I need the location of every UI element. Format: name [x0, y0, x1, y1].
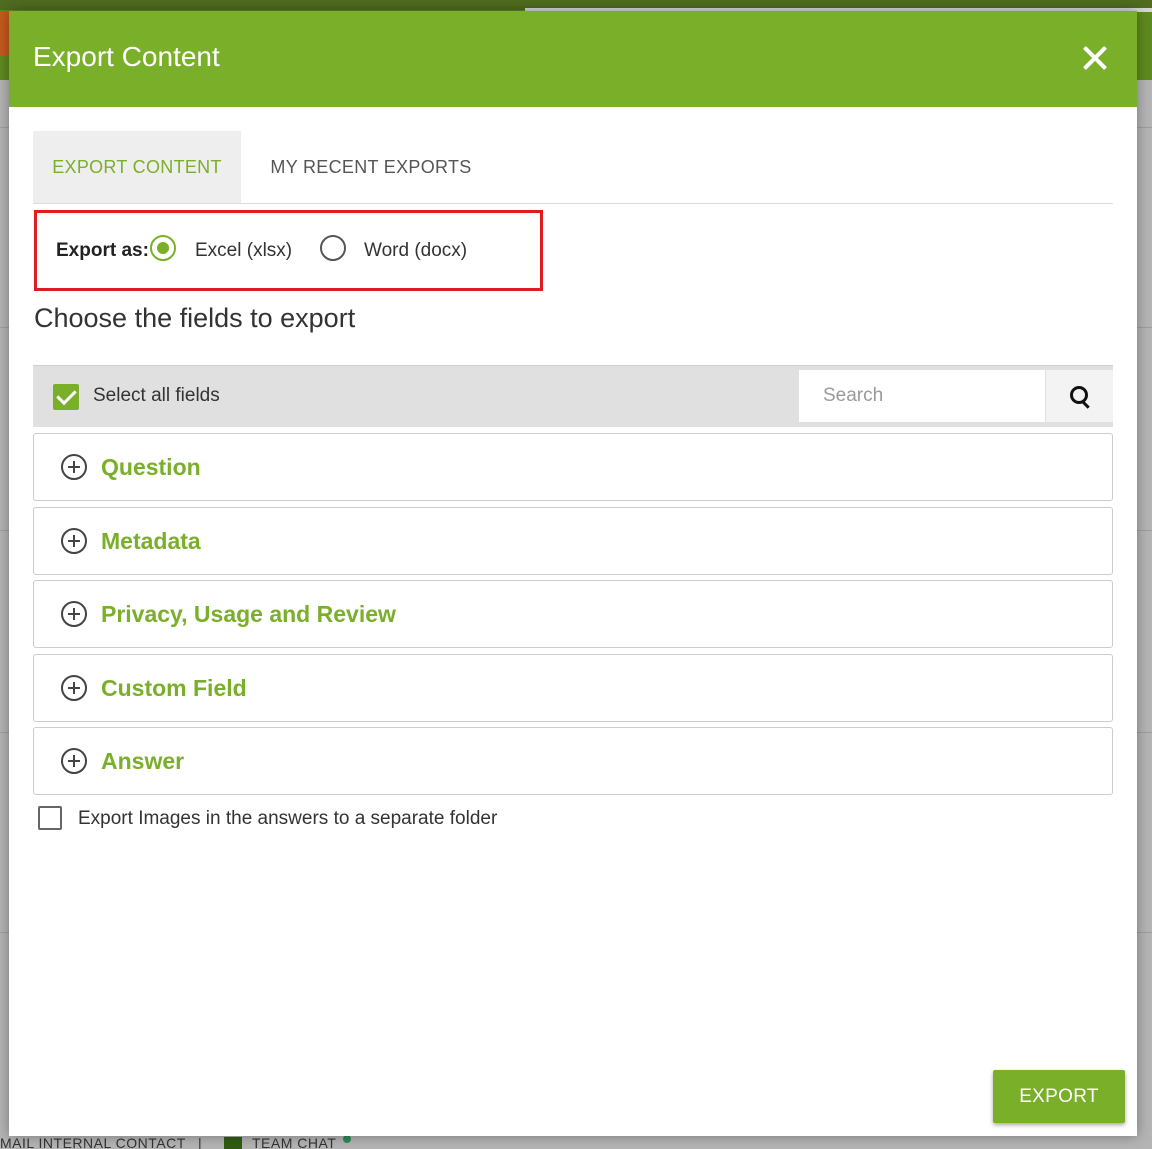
status-dot [343, 1135, 351, 1143]
select-all-label[interactable]: Select all fields [93, 385, 220, 407]
radio-excel[interactable] [150, 235, 176, 261]
export-images-checkbox[interactable] [38, 806, 62, 830]
select-all-checkbox[interactable] [53, 384, 79, 410]
search-button[interactable] [1046, 370, 1113, 422]
export-images-label[interactable]: Export Images in the answers to a separa… [78, 808, 497, 830]
background-footer-link-chat: TEAM CHAT [252, 1135, 337, 1149]
chat-icon [224, 1137, 242, 1149]
expand-plus-icon[interactable] [61, 528, 87, 554]
tab-bar: EXPORT CONTENT MY RECENT EXPORTS [33, 131, 1113, 204]
expand-plus-icon[interactable] [61, 454, 87, 480]
expand-plus-icon[interactable] [61, 675, 87, 701]
accordion-label[interactable]: Custom Field [101, 675, 247, 702]
tab-export-content[interactable]: EXPORT CONTENT [33, 131, 241, 203]
fields-section-title: Choose the fields to export [34, 303, 356, 333]
radio-word[interactable] [320, 235, 346, 261]
accordion-label[interactable]: Question [101, 454, 201, 481]
accordion-metadata[interactable]: Metadata [33, 507, 1113, 575]
accordion-answer[interactable]: Answer [33, 727, 1113, 795]
accordion-question[interactable]: Question [33, 433, 1113, 501]
tab-my-recent-exports[interactable]: MY RECENT EXPORTS [241, 131, 501, 203]
export-button[interactable]: EXPORT [993, 1070, 1125, 1123]
export-as-label: Export as: [56, 240, 149, 261]
background-footer-separator: | [198, 1135, 203, 1149]
modal-title: Export Content [33, 41, 220, 72]
expand-plus-icon[interactable] [61, 748, 87, 774]
export-format-group: Export as: Excel (xlsx) Word (docx) [34, 210, 543, 291]
modal-header: Export Content [9, 11, 1137, 107]
fields-toolbar: Select all fields [33, 365, 1113, 427]
accordion-custom-field[interactable]: Custom Field [33, 654, 1113, 722]
background-footer-link-mail: MAIL INTERNAL CONTACT [0, 1135, 186, 1149]
radio-word-label[interactable]: Word (docx) [364, 240, 467, 262]
field-search-input[interactable] [799, 370, 1045, 422]
export-content-modal: Export Content EXPORT CONTENT MY RECENT … [9, 11, 1137, 1136]
close-icon[interactable] [1078, 41, 1112, 75]
accordion-label[interactable]: Answer [101, 748, 184, 775]
search-icon-handle [1081, 400, 1090, 409]
accordion-label[interactable]: Metadata [101, 528, 201, 555]
accordion-label[interactable]: Privacy, Usage and Review [101, 601, 396, 628]
accordion-privacy-usage-review[interactable]: Privacy, Usage and Review [33, 580, 1113, 648]
radio-excel-label[interactable]: Excel (xlsx) [195, 240, 292, 262]
expand-plus-icon[interactable] [61, 601, 87, 627]
